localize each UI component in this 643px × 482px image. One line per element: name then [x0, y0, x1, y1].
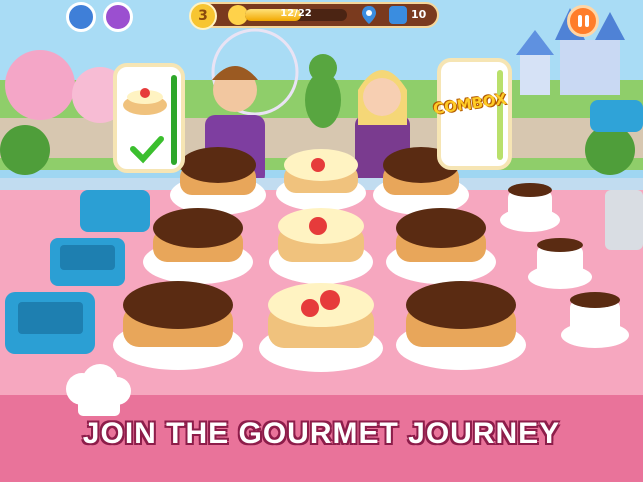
order-card-left[interactable] — [113, 63, 185, 173]
coffee-cup[interactable] — [561, 292, 629, 348]
pause-button[interactable] — [567, 5, 599, 37]
chocolate-pancake[interactable] — [386, 208, 496, 284]
chocolate-pancake[interactable] — [143, 208, 253, 284]
chocolate-pancake[interactable] — [396, 281, 526, 370]
berry-pancake[interactable] — [259, 283, 383, 372]
gem-icon[interactable] — [389, 6, 407, 24]
checkmark-icon — [130, 136, 164, 164]
location-pin-icon[interactable] — [360, 5, 378, 25]
tagline: JOIN THE GOURMET JOURNEY — [82, 417, 561, 450]
coffee-cup[interactable] — [528, 238, 592, 289]
globe-icon[interactable] — [66, 2, 96, 32]
chef-hat-icon — [66, 364, 131, 416]
potion-icon[interactable] — [103, 2, 133, 32]
bus — [590, 100, 643, 132]
gem-count: 10 — [411, 8, 427, 21]
chocolate-pancake[interactable] — [113, 281, 243, 370]
cherry-tree — [5, 50, 75, 120]
hud-bar: 3 12/22 10 — [189, 2, 439, 30]
coffee-cup[interactable] — [500, 183, 560, 232]
level-badge: 3 — [189, 2, 217, 30]
xp-progress-text: 12/22 — [280, 8, 312, 19]
pancake-order-icon — [123, 75, 177, 165]
berry-pancake[interactable] — [269, 208, 373, 284]
berry-pancake[interactable] — [276, 149, 366, 211]
coffee-machine[interactable] — [605, 190, 643, 250]
